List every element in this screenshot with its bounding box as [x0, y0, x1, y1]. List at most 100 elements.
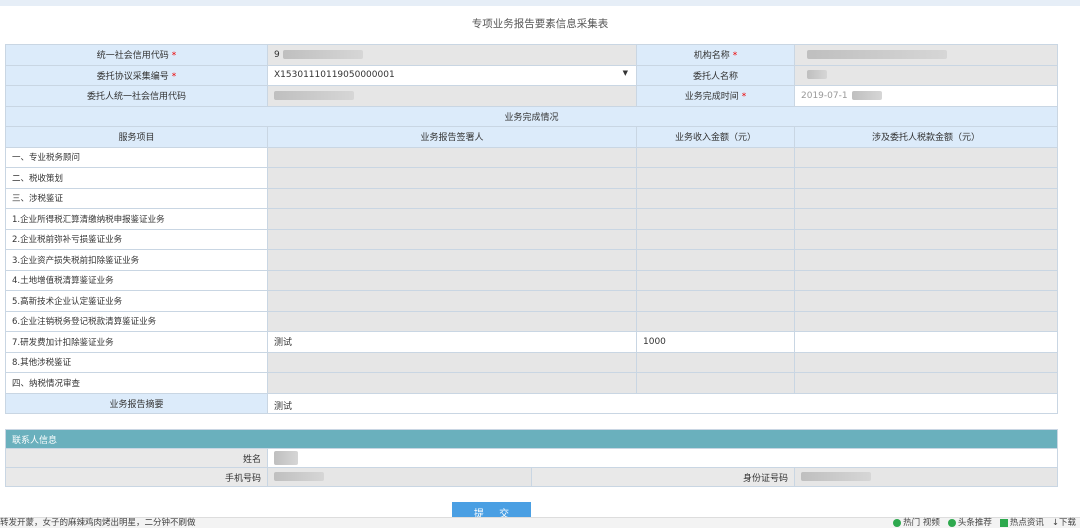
- signer-field[interactable]: [267, 269, 637, 291]
- income-field[interactable]: [636, 310, 795, 332]
- client-name-field[interactable]: [794, 64, 1058, 86]
- browser-status-bar: 转发开蒙，女子的麻辣鸡肉烤出明星，二分钟不刷做 热门 视频 头条推荐 热点资讯 …: [0, 517, 1080, 528]
- tax-field[interactable]: [794, 167, 1058, 189]
- service-item-name: 二、税收策划: [5, 167, 268, 189]
- service-rows: 一、专业税务顾问 二、税收策划 三、涉税鉴证 1.企业所得税汇算清缴纳税申报鉴证业务 2…: [5, 146, 1058, 394]
- status-link-download[interactable]: ↓下载: [1052, 518, 1076, 528]
- col-header-income: 业务收入金额（元）: [636, 126, 795, 148]
- complete-time-field[interactable]: 2019-07-1: [794, 85, 1058, 107]
- income-field[interactable]: [636, 351, 795, 373]
- signer-field[interactable]: [267, 208, 637, 230]
- income-field[interactable]: [636, 269, 795, 291]
- tax-field[interactable]: [794, 208, 1058, 230]
- status-link-video[interactable]: 热门 视频: [893, 518, 940, 528]
- table-row: 6.企业注销税务登记税款清算鉴证业务: [5, 310, 1058, 332]
- client-credit-label: 委托人统一社会信用代码: [5, 85, 268, 107]
- page-title: 专项业务报告要素信息采集表: [471, 18, 609, 30]
- tax-field[interactable]: [794, 269, 1058, 291]
- tax-field[interactable]: [794, 351, 1058, 373]
- top-bar: [0, 0, 1080, 6]
- client-name-label: 委托人名称: [636, 64, 795, 86]
- headline-icon: [947, 518, 956, 527]
- table-row: 一、专业税务顾问: [5, 146, 1058, 168]
- table-row: 二、税收策划: [5, 167, 1058, 189]
- status-link-news[interactable]: 热点资讯: [999, 518, 1044, 528]
- signer-field[interactable]: [267, 310, 637, 332]
- signer-field[interactable]: [267, 290, 637, 312]
- credit-code-field[interactable]: 9: [267, 44, 637, 66]
- service-item-name: 四、纳税情况审查: [5, 372, 268, 394]
- income-field[interactable]: [636, 228, 795, 250]
- col-header-tax: 涉及委托人税款金额（元）: [794, 126, 1058, 148]
- section-header-row: 业务完成情况: [5, 105, 1058, 127]
- service-item-name: 7.研发费加计扣除鉴证业务: [5, 331, 268, 353]
- signer-field[interactable]: [267, 249, 637, 271]
- service-item-name: 4.土地增值税清算鉴证业务: [5, 269, 268, 291]
- service-item-name: 2.企业税前弥补亏损鉴证业务: [5, 228, 268, 250]
- table-row: 1.企业所得税汇算清缴纳税申报鉴证业务: [5, 208, 1058, 230]
- signer-field[interactable]: [267, 372, 637, 394]
- service-item-name: 一、专业税务顾问: [5, 146, 268, 168]
- tax-field[interactable]: [794, 372, 1058, 394]
- col-header-service: 服务项目: [5, 126, 268, 148]
- summary-textarea[interactable]: 测试: [267, 392, 1058, 414]
- income-field[interactable]: [636, 208, 795, 230]
- income-field[interactable]: 1000: [636, 331, 795, 353]
- contact-name-row: 姓名: [5, 448, 1059, 468]
- tax-field[interactable]: [794, 290, 1058, 312]
- news-ticker[interactable]: 转发开蒙，女子的麻辣鸡肉烤出明星，二分钟不刷做: [0, 518, 196, 528]
- tax-field[interactable]: [794, 146, 1058, 168]
- table-row: 4.土地增值税清算鉴证业务: [5, 269, 1058, 291]
- signer-field[interactable]: [267, 228, 637, 250]
- tax-field[interactable]: [794, 331, 1058, 353]
- id-field[interactable]: [793, 467, 1059, 487]
- tax-field[interactable]: [794, 249, 1058, 271]
- col-header-signer: 业务报告签署人: [267, 126, 637, 148]
- row-agreement: 委托协议采集编号 * X15301110119050000001 ▼ 委托人名称: [5, 64, 1058, 86]
- id-label: 身份证号码: [531, 467, 795, 487]
- signer-field[interactable]: [267, 351, 637, 373]
- contact-name-label: 姓名: [5, 448, 268, 468]
- signer-field[interactable]: [267, 187, 637, 209]
- section-title: 业务完成情况: [5, 105, 1058, 127]
- complete-time-label: 业务完成时间 *: [636, 85, 795, 107]
- contact-table: 联系人信息 姓名 手机号码 身份证号码: [4, 429, 1059, 487]
- contact-header: 联系人信息: [4, 429, 1059, 449]
- contact-name-field[interactable]: [266, 448, 1059, 468]
- income-field[interactable]: [636, 249, 795, 271]
- service-item-name: 三、涉税鉴证: [5, 187, 268, 209]
- agreement-no-select[interactable]: X15301110119050000001 ▼: [267, 64, 637, 86]
- client-credit-field[interactable]: [267, 85, 637, 107]
- tax-field[interactable]: [794, 187, 1058, 209]
- contact-phone-row: 手机号码 身份证号码: [5, 467, 1059, 487]
- income-field[interactable]: [636, 146, 795, 168]
- row-credit-code: 统一社会信用代码 * 9 机构名称 *: [5, 44, 1058, 66]
- table-row: 2.企业税前弥补亏损鉴证业务: [5, 228, 1058, 250]
- table-row: 3.企业资产损失税前扣除鉴证业务: [5, 249, 1058, 271]
- service-item-name: 8.其他涉税鉴证: [5, 351, 268, 373]
- agreement-no-label: 委托协议采集编号 *: [5, 64, 268, 86]
- tax-field[interactable]: [794, 228, 1058, 250]
- chevron-down-icon[interactable]: ▼: [623, 69, 628, 77]
- income-field[interactable]: [636, 372, 795, 394]
- service-item-name: 5.高新技术企业认定鉴证业务: [5, 290, 268, 312]
- status-link-headline[interactable]: 头条推荐: [947, 518, 992, 528]
- phone-label: 手机号码: [5, 467, 268, 487]
- table-row: 5.高新技术企业认定鉴证业务: [5, 290, 1058, 312]
- org-name-label: 机构名称 *: [636, 44, 795, 66]
- table-row: 三、涉税鉴证: [5, 187, 1058, 209]
- signer-field[interactable]: 测试: [267, 331, 637, 353]
- income-field[interactable]: [636, 290, 795, 312]
- contact-header-row: 联系人信息: [4, 429, 1059, 449]
- phone-field[interactable]: [267, 467, 532, 487]
- income-field[interactable]: [636, 187, 795, 209]
- tax-field[interactable]: [794, 310, 1058, 332]
- org-name-field[interactable]: [794, 44, 1058, 66]
- signer-field[interactable]: [267, 167, 637, 189]
- video-icon: [893, 518, 902, 527]
- income-field[interactable]: [636, 167, 795, 189]
- signer-field[interactable]: [267, 146, 637, 168]
- report-form-table: 统一社会信用代码 * 9 机构名称 * 委托协议采集编号 * X15301110119…: [5, 44, 1058, 414]
- table-row: 四、纳税情况审查: [5, 372, 1058, 394]
- row-client-credit: 委托人统一社会信用代码 业务完成时间 * 2019-07-1: [5, 85, 1058, 107]
